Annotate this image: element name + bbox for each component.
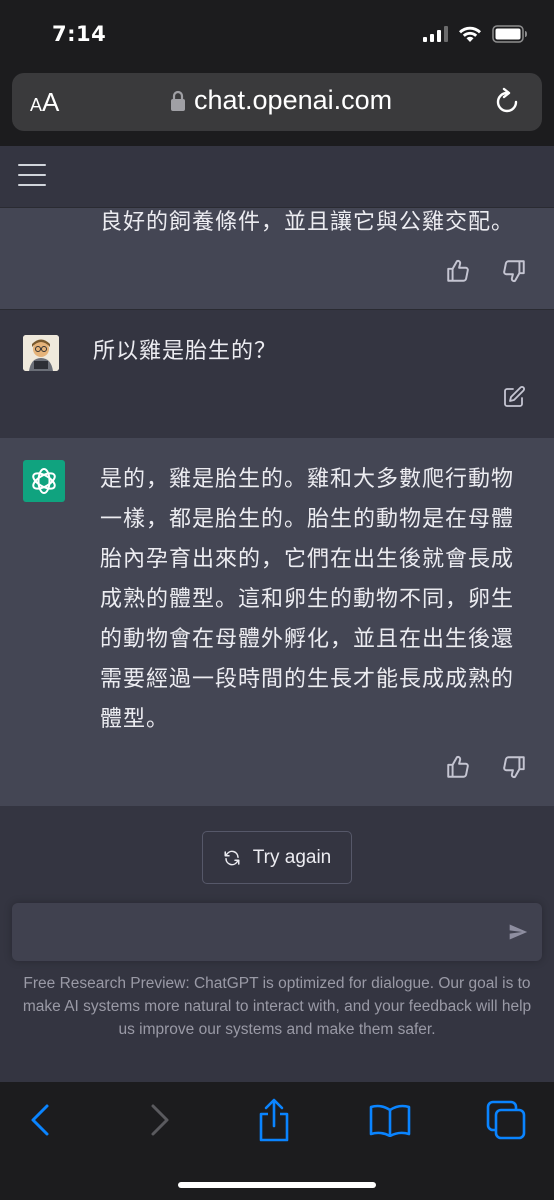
edit-icon[interactable] xyxy=(502,385,526,409)
reload-icon[interactable] xyxy=(492,87,522,117)
browser-toolbar xyxy=(0,1082,554,1200)
message-line: 需要經過一段時間的生長才能長成成熟的 xyxy=(100,667,515,692)
chevron-right-icon xyxy=(151,1104,169,1136)
refresh-icon xyxy=(224,850,240,865)
thumbs-down-icon[interactable] xyxy=(501,754,527,780)
chevron-left-icon xyxy=(31,1104,49,1136)
tabs-icon xyxy=(486,1100,526,1140)
home-indicator xyxy=(178,1182,376,1188)
assistant-message: 是的，雞是胎生的。雞和大多數爬行動物 一樣，都是胎生的。胎生的動物是在母體 胎內… xyxy=(0,438,554,806)
hamburger-menu-icon[interactable] xyxy=(18,164,46,188)
url-text: chat.openai.com xyxy=(194,85,393,115)
user-avatar xyxy=(23,335,59,371)
message-line: 體型。 xyxy=(100,707,170,732)
browser-address-area: AA chat.openai.com xyxy=(0,70,554,146)
app-header xyxy=(0,146,554,208)
cellular-signal-icon xyxy=(423,26,448,42)
reader-text-size-button[interactable]: AA xyxy=(30,87,59,118)
lock-icon xyxy=(171,90,185,111)
message-text: 良好的飼養條件，並且讓它與公雞交配。 xyxy=(100,210,515,235)
book-icon xyxy=(369,1104,411,1137)
share-icon xyxy=(259,1098,289,1142)
chatgpt-logo-icon xyxy=(23,460,65,502)
user-message: 所以雞是胎生的？ xyxy=(0,309,554,438)
status-icons xyxy=(423,25,528,43)
bookmarks-button[interactable] xyxy=(368,1098,412,1142)
assistant-message: 良好的飼養條件，並且讓它與公雞交配。 xyxy=(0,208,554,309)
share-button[interactable] xyxy=(252,1098,296,1142)
message-line: 胎內孕育出來的，它們在出生後就會長成 xyxy=(100,547,515,572)
disclaimer-text: Free Research Preview: ChatGPT is optimi… xyxy=(22,975,532,1038)
message-input[interactable] xyxy=(12,903,542,961)
try-again-label: Try again xyxy=(252,846,332,868)
status-time: 7:14 xyxy=(52,22,107,46)
wifi-icon xyxy=(459,26,481,42)
message-text: 所以雞是胎生的？ xyxy=(93,339,278,364)
address-bar[interactable]: AA chat.openai.com xyxy=(12,73,542,131)
forward-button[interactable] xyxy=(138,1098,182,1142)
thumbs-up-icon[interactable] xyxy=(445,754,471,780)
try-again-button[interactable]: Try again xyxy=(202,831,352,884)
composer-area: Try again Free Research Preview: ChatGPT… xyxy=(0,806,554,1082)
thumbs-down-icon[interactable] xyxy=(501,258,527,284)
message-text: 是的，雞是胎生的。雞和大多數爬行動物 一樣，都是胎生的。胎生的動物是在母體 胎內… xyxy=(100,460,514,740)
message-line: 成熟的體型。這和卵生的動物不同，卵生 xyxy=(100,587,515,612)
message-line: 是的，雞是胎生的。雞和大多數爬行動物 xyxy=(100,467,515,492)
status-bar: 7:14 xyxy=(0,0,554,70)
thumbs-up-icon[interactable] xyxy=(445,258,471,284)
back-button[interactable] xyxy=(18,1098,62,1142)
url-display[interactable]: chat.openai.com xyxy=(170,85,392,116)
battery-icon xyxy=(492,25,527,43)
message-line: 的動物會在母體外孵化，並且在出生後還 xyxy=(100,627,515,652)
message-line: 一樣，都是胎生的。胎生的動物是在母體 xyxy=(100,507,515,532)
send-icon[interactable] xyxy=(508,922,528,942)
tabs-button[interactable] xyxy=(484,1098,528,1142)
